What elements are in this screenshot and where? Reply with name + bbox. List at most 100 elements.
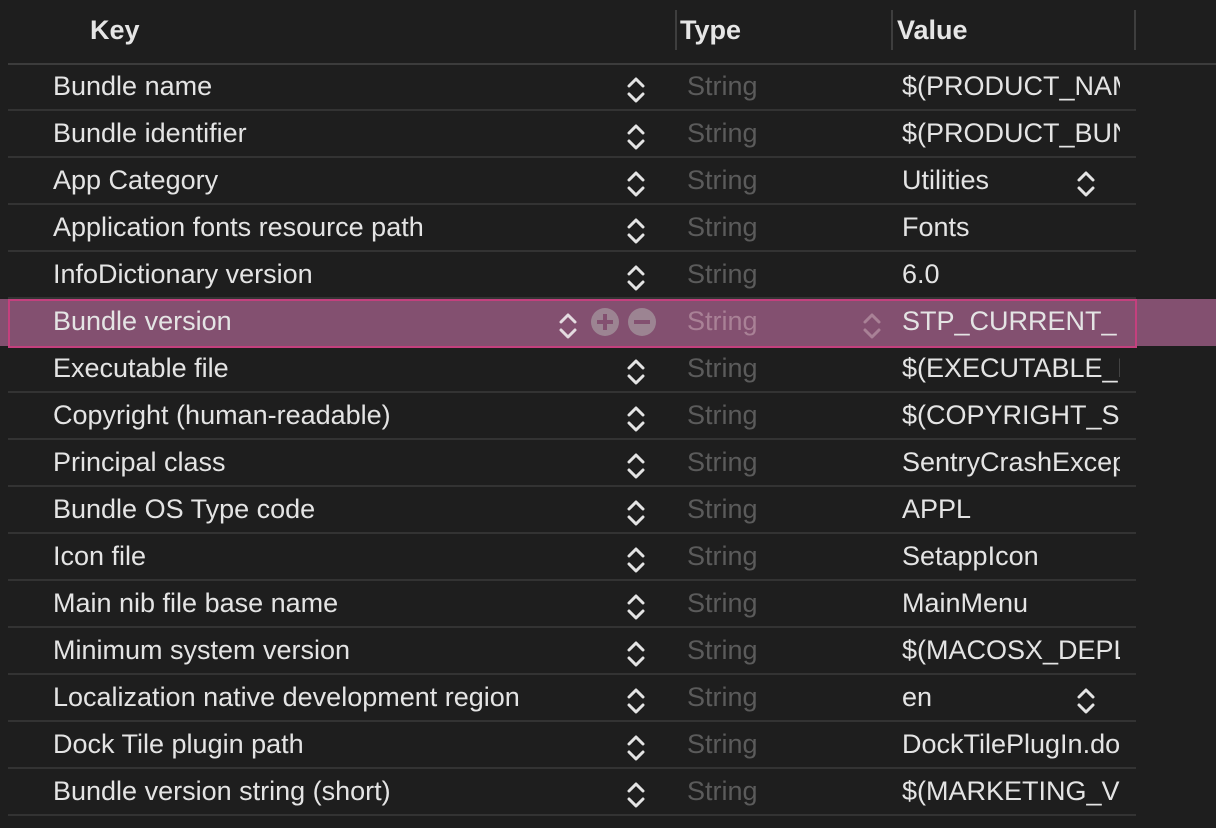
- value-cell[interactable]: Fonts: [902, 205, 1120, 250]
- value-cell[interactable]: MainMenu: [902, 581, 1120, 626]
- table-row[interactable]: Bundle identifier String $(PRODUCT_BUNDLE_…: [0, 111, 1216, 158]
- type-label[interactable]: String: [687, 205, 758, 250]
- value-cell[interactable]: 6.0: [902, 252, 1120, 297]
- value-label[interactable]: SentryCrashExceptionApplication: [902, 440, 1120, 485]
- value-cell[interactable]: $(PRODUCT_NAME): [902, 64, 1120, 109]
- key-stepper-icon[interactable]: [624, 168, 648, 200]
- key-stepper-icon[interactable]: [624, 262, 648, 294]
- key-stepper-icon[interactable]: [624, 638, 648, 670]
- value-cell[interactable]: STP_CURRENT_: [902, 299, 1120, 344]
- table-row[interactable]: Bundle OS Type code String APPL: [0, 487, 1216, 534]
- key-stepper-icon[interactable]: [624, 732, 648, 764]
- table-row[interactable]: Dock Tile plugin path String DockTilePlugI…: [0, 722, 1216, 769]
- type-label[interactable]: String: [687, 440, 758, 485]
- key-stepper-icon[interactable]: [624, 685, 648, 717]
- value-label[interactable]: DockTilePlugIn.docktileplugin: [902, 722, 1120, 767]
- type-label[interactable]: String: [687, 487, 758, 532]
- value-cell[interactable]: $(MACOSX_DEPLOYMENT_TARGET): [902, 628, 1120, 673]
- type-label[interactable]: String: [687, 722, 758, 767]
- type-label[interactable]: String: [687, 158, 758, 203]
- key-column-header[interactable]: Key: [90, 12, 140, 48]
- type-label[interactable]: String: [687, 675, 758, 720]
- key-stepper-icon[interactable]: [624, 121, 648, 153]
- value-label[interactable]: $(PRODUCT_BUNDLE_IDENTIFIER): [902, 111, 1120, 156]
- table-row[interactable]: Minimum system version String $(MACOSX_DEP…: [0, 628, 1216, 675]
- key-label[interactable]: Icon file: [53, 534, 146, 579]
- value-label[interactable]: APPL: [902, 487, 971, 532]
- key-stepper-icon[interactable]: [624, 544, 648, 576]
- table-row[interactable]: Application fonts resource path String Fon…: [0, 205, 1216, 252]
- value-cell[interactable]: $(COPYRIGHT_STRING): [902, 393, 1120, 438]
- value-label[interactable]: STP_CURRENT_: [902, 299, 1117, 344]
- key-label[interactable]: InfoDictionary version: [53, 252, 313, 297]
- key-stepper-icon[interactable]: [624, 450, 648, 482]
- key-label[interactable]: Principal class: [53, 440, 226, 485]
- value-cell[interactable]: SetappIcon: [902, 534, 1120, 579]
- value-cell[interactable]: $(EXECUTABLE_NAME): [902, 346, 1120, 391]
- key-label[interactable]: Bundle version: [53, 299, 232, 344]
- key-label[interactable]: Bundle OS Type code: [53, 487, 315, 532]
- value-label[interactable]: $(COPYRIGHT_STRING): [902, 393, 1120, 438]
- type-label[interactable]: String: [687, 769, 758, 814]
- table-row-selected[interactable]: Bundle version String STP_CURRENT_: [0, 299, 1216, 348]
- minus-circle-icon[interactable]: [628, 308, 656, 336]
- type-label[interactable]: String: [687, 393, 758, 438]
- table-row[interactable]: Main nib file base name String MainMenu: [0, 581, 1216, 628]
- value-label[interactable]: $(EXECUTABLE_NAME): [902, 346, 1120, 391]
- value-label[interactable]: $(MACOSX_DEPLOYMENT_TARGET): [902, 628, 1120, 673]
- value-column-header[interactable]: Value: [897, 12, 968, 48]
- key-label[interactable]: App Category: [53, 158, 218, 203]
- column-divider[interactable]: [675, 10, 677, 50]
- key-label[interactable]: Application fonts resource path: [53, 205, 424, 250]
- column-divider[interactable]: [1134, 10, 1136, 50]
- key-stepper-icon[interactable]: [624, 591, 648, 623]
- column-divider[interactable]: [891, 10, 893, 50]
- key-label[interactable]: Executable file: [53, 346, 229, 391]
- key-stepper-icon[interactable]: [556, 310, 580, 342]
- key-label[interactable]: Bundle identifier: [53, 111, 247, 156]
- key-label[interactable]: Dock Tile plugin path: [53, 722, 304, 767]
- value-label[interactable]: $(MARKETING_VERSION): [902, 769, 1120, 814]
- key-stepper-icon[interactable]: [624, 215, 648, 247]
- value-label[interactable]: SetappIcon: [902, 534, 1039, 579]
- value-cell[interactable]: $(MARKETING_VERSION): [902, 769, 1120, 814]
- plus-circle-icon[interactable]: [591, 308, 619, 336]
- key-label[interactable]: Bundle version string (short): [53, 769, 391, 814]
- type-label[interactable]: String: [687, 346, 758, 391]
- key-stepper-icon[interactable]: [624, 356, 648, 388]
- value-label[interactable]: en: [902, 675, 932, 720]
- type-label[interactable]: String: [687, 64, 758, 109]
- type-label[interactable]: String: [687, 111, 758, 156]
- value-label[interactable]: 6.0: [902, 252, 940, 297]
- value-cell[interactable]: DockTilePlugIn.docktileplugin: [902, 722, 1120, 767]
- type-label[interactable]: String: [687, 252, 758, 297]
- type-stepper-icon[interactable]: [860, 310, 884, 342]
- type-column-header[interactable]: Type: [680, 12, 741, 48]
- key-label[interactable]: Main nib file base name: [53, 581, 338, 626]
- value-label[interactable]: Fonts: [902, 205, 970, 250]
- value-popup-stepper-icon[interactable]: [1074, 685, 1098, 717]
- key-label[interactable]: Minimum system version: [53, 628, 350, 673]
- type-label[interactable]: String: [687, 581, 758, 626]
- key-label[interactable]: Copyright (human-readable): [53, 393, 391, 438]
- type-label[interactable]: String: [687, 628, 758, 673]
- key-label[interactable]: Bundle name: [53, 64, 212, 109]
- value-label[interactable]: Utilities: [902, 158, 989, 203]
- value-cell[interactable]: $(PRODUCT_BUNDLE_IDENTIFIER): [902, 111, 1120, 156]
- value-label[interactable]: MainMenu: [902, 581, 1028, 626]
- table-row[interactable]: Localization native development region St…: [0, 675, 1216, 722]
- type-label[interactable]: String: [687, 299, 758, 344]
- table-row[interactable]: App Category String Utilities: [0, 158, 1216, 205]
- key-stepper-icon[interactable]: [624, 74, 648, 106]
- table-row[interactable]: Copyright (human-readable) String $(COPYRI…: [0, 393, 1216, 440]
- value-popup-stepper-icon[interactable]: [1074, 168, 1098, 200]
- key-label[interactable]: Localization native development region: [53, 675, 520, 720]
- value-cell[interactable]: APPL: [902, 487, 1120, 532]
- table-row[interactable]: Bundle version string (short) String $(MAR…: [0, 769, 1216, 816]
- table-row[interactable]: Principal class String SentryCrashExceptio…: [0, 440, 1216, 487]
- table-row[interactable]: Executable file String $(EXECUTABLE_NAME): [0, 346, 1216, 393]
- value-cell[interactable]: SentryCrashExceptionApplication: [902, 440, 1120, 485]
- key-stepper-icon[interactable]: [624, 779, 648, 811]
- key-stepper-icon[interactable]: [624, 403, 648, 435]
- table-row[interactable]: Icon file String SetappIcon: [0, 534, 1216, 581]
